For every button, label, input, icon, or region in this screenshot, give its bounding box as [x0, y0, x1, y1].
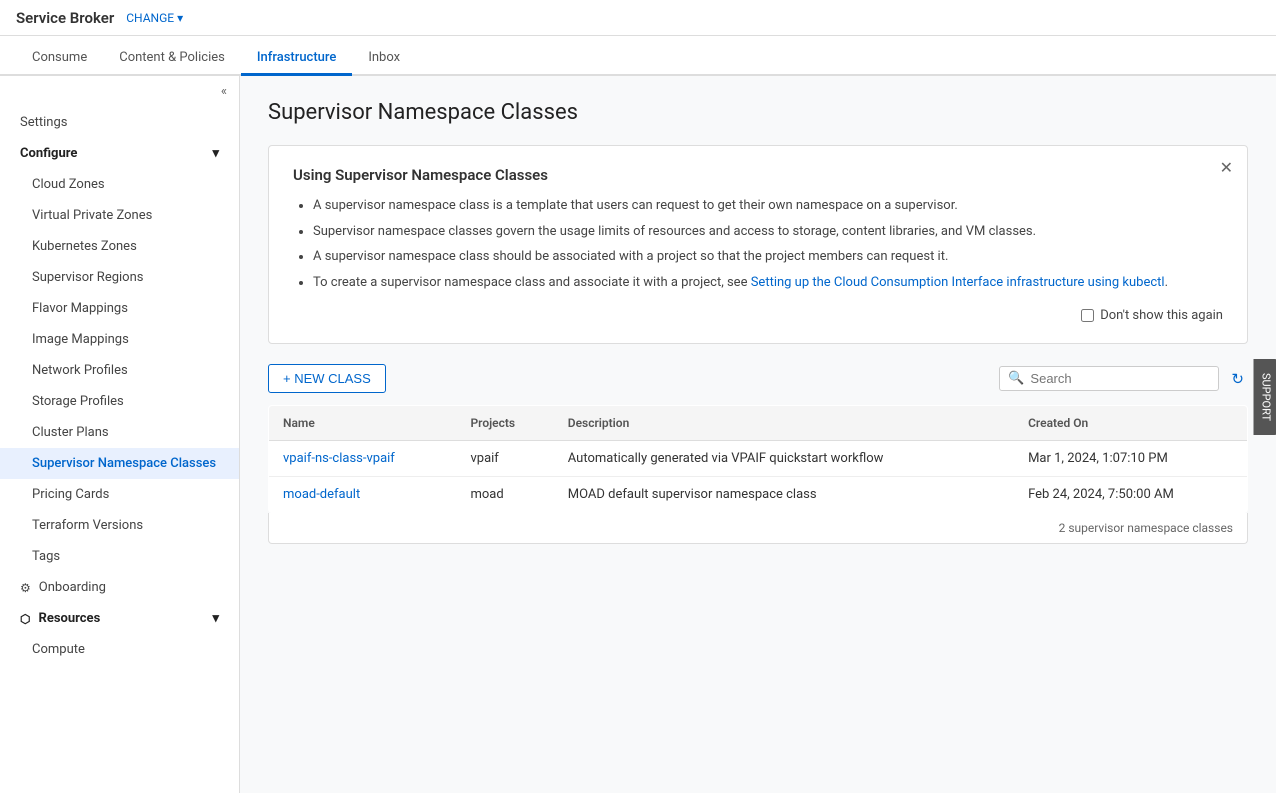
box-icon: ⬡ — [20, 612, 30, 626]
table-row: vpaif-ns-class-vpaif vpaif Automatically… — [269, 441, 1248, 477]
support-tab[interactable]: SUPPORT — [1253, 358, 1276, 434]
close-icon[interactable]: ✕ — [1220, 158, 1233, 177]
collapse-button[interactable]: « — [0, 76, 239, 107]
sidebar-item-terraform-versions[interactable]: Terraform Versions — [0, 510, 239, 541]
nav-tabs: Consume Content & Policies Infrastructur… — [0, 36, 1276, 76]
sidebar-item-resources[interactable]: ⬡ Resources ▾ — [0, 603, 239, 634]
sidebar-item-supervisor-regions[interactable]: Supervisor Regions — [0, 262, 239, 293]
row-1-name: vpaif-ns-class-vpaif — [269, 441, 457, 477]
col-created-on: Created On — [1014, 406, 1247, 441]
sidebar-item-cluster-plans[interactable]: Cluster Plans — [0, 417, 239, 448]
sidebar-item-configure[interactable]: Configure ▾ — [0, 138, 239, 169]
row-1-created-on: Mar 1, 2024, 1:07:10 PM — [1014, 441, 1247, 477]
tab-content-policies[interactable]: Content & Policies — [103, 42, 241, 76]
sidebar-item-image-mappings[interactable]: Image Mappings — [0, 324, 239, 355]
sidebar-item-compute[interactable]: Compute — [0, 634, 239, 665]
sidebar-item-kubernetes-zones[interactable]: Kubernetes Zones — [0, 231, 239, 262]
dont-show-again-label[interactable]: Don't show this again — [1081, 308, 1223, 323]
row-1-projects: vpaif — [456, 441, 553, 477]
info-bullet-1: A supervisor namespace class is a templa… — [313, 196, 1223, 216]
table-row: moad-default moad MOAD default superviso… — [269, 477, 1248, 513]
row-2-name: moad-default — [269, 477, 457, 513]
info-bullet-2: Supervisor namespace classes govern the … — [313, 222, 1223, 242]
chevron-down-icon-resources: ▾ — [212, 611, 219, 626]
tab-infrastructure[interactable]: Infrastructure — [241, 42, 353, 76]
info-banner-link[interactable]: Setting up the Cloud Consumption Interfa… — [751, 275, 1165, 290]
main-layout: « Settings Configure ▾ Cloud Zones Virtu… — [0, 76, 1276, 793]
row-1-description: Automatically generated via VPAIF quicks… — [554, 441, 1014, 477]
search-input-wrap: 🔍 — [999, 366, 1219, 391]
info-banner-list: A supervisor namespace class is a templa… — [293, 196, 1223, 292]
sidebar-item-tags[interactable]: Tags — [0, 541, 239, 572]
page-title: Supervisor Namespace Classes — [268, 100, 1248, 125]
col-description: Description — [554, 406, 1014, 441]
row-2-created-on: Feb 24, 2024, 7:50:00 AM — [1014, 477, 1247, 513]
search-container: 🔍 ↻ — [999, 366, 1248, 392]
table-footer: 2 supervisor namespace classes — [268, 513, 1248, 544]
top-header: Service Broker CHANGE ▾ — [0, 0, 1276, 36]
tab-inbox[interactable]: Inbox — [352, 42, 416, 76]
row-2-projects: moad — [456, 477, 553, 513]
sidebar-item-flavor-mappings[interactable]: Flavor Mappings — [0, 293, 239, 324]
col-name: Name — [269, 406, 457, 441]
info-banner-title: Using Supervisor Namespace Classes — [293, 166, 1223, 184]
sidebar-item-storage-profiles[interactable]: Storage Profiles — [0, 386, 239, 417]
sidebar-item-settings[interactable]: Settings — [0, 107, 239, 138]
row-2-description: MOAD default supervisor namespace class — [554, 477, 1014, 513]
data-table: Name Projects Description Created On vpa… — [268, 405, 1248, 513]
search-input[interactable] — [1030, 371, 1210, 386]
info-bullet-4: To create a supervisor namespace class a… — [313, 273, 1223, 293]
search-icon: 🔍 — [1008, 371, 1024, 386]
table-body: vpaif-ns-class-vpaif vpaif Automatically… — [269, 441, 1248, 513]
sidebar-item-cloud-zones[interactable]: Cloud Zones — [0, 169, 239, 200]
sidebar-item-network-profiles[interactable]: Network Profiles — [0, 355, 239, 386]
row-1-name-link[interactable]: vpaif-ns-class-vpaif — [283, 451, 395, 466]
app-title: Service Broker — [16, 9, 114, 27]
sidebar-item-onboarding[interactable]: ⚙ Onboarding — [0, 572, 239, 603]
refresh-button[interactable]: ↻ — [1227, 366, 1248, 392]
content-area: Supervisor Namespace Classes Using Super… — [240, 76, 1276, 793]
dont-show-again-checkbox[interactable] — [1081, 309, 1094, 322]
chevron-down-icon: ▾ — [212, 146, 219, 161]
table-header: Name Projects Description Created On — [269, 406, 1248, 441]
sidebar-item-virtual-private-zones[interactable]: Virtual Private Zones — [0, 200, 239, 231]
onboarding-icon: ⚙ — [20, 581, 31, 595]
change-button[interactable]: CHANGE ▾ — [126, 11, 183, 25]
info-bullet-3: A supervisor namespace class should be a… — [313, 247, 1223, 267]
row-2-name-link[interactable]: moad-default — [283, 487, 360, 502]
sidebar-item-supervisor-namespace-classes[interactable]: Supervisor Namespace Classes — [0, 448, 239, 479]
new-class-button[interactable]: + NEW CLASS — [268, 364, 386, 393]
sidebar: « Settings Configure ▾ Cloud Zones Virtu… — [0, 76, 240, 793]
tab-consume[interactable]: Consume — [16, 42, 103, 76]
toolbar: + NEW CLASS 🔍 ↻ — [268, 364, 1248, 393]
col-projects: Projects — [456, 406, 553, 441]
info-banner-footer: Don't show this again — [293, 308, 1223, 323]
sidebar-item-pricing-cards[interactable]: Pricing Cards — [0, 479, 239, 510]
info-banner: Using Supervisor Namespace Classes ✕ A s… — [268, 145, 1248, 344]
